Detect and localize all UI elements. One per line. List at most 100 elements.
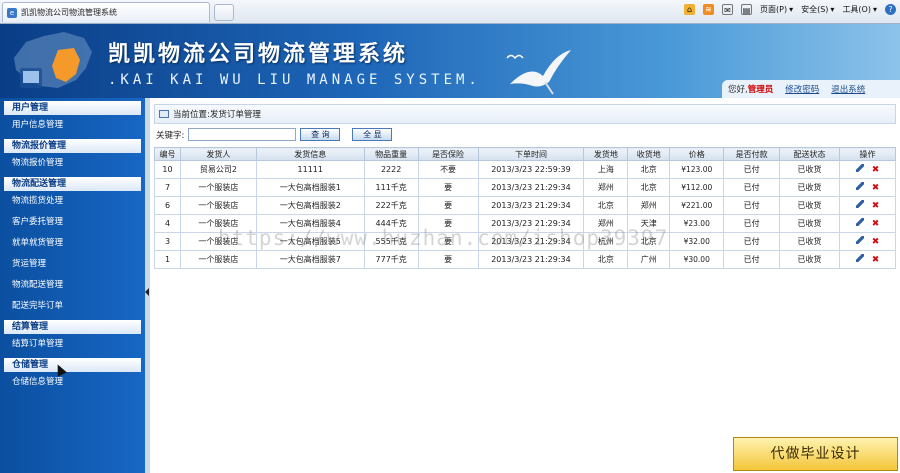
cell-actions: ✖ — [839, 232, 896, 251]
sidebar-item-delivery[interactable]: 物流配送管理 — [0, 275, 145, 296]
cell-to: 广州 — [627, 250, 671, 269]
col-status: 配送状态 — [779, 147, 840, 161]
main-content: 当前位置:发货订单管理 关键字: 查 询 全 显 编号 发货人 发货信息 物品重… — [150, 98, 900, 473]
cell-id: 3 — [154, 232, 181, 251]
cell-time: 2013/3/23 22:59:39 — [477, 160, 585, 179]
cell-sender: 一个服装店 — [179, 250, 257, 269]
edit-icon[interactable] — [855, 236, 864, 244]
edit-icon[interactable] — [855, 164, 864, 172]
breadcrumb-text: 当前位置:发货订单管理 — [173, 110, 261, 120]
cell-time: 2013/3/23 21:29:34 — [477, 196, 585, 215]
cell-actions: ✖ — [839, 178, 896, 197]
greeting: 您好,管理员 — [728, 85, 774, 95]
cell-insured: 要 — [417, 196, 479, 215]
col-time: 下单时间 — [477, 147, 585, 161]
cell-to: 北京 — [627, 160, 671, 179]
delete-icon[interactable]: ✖ — [872, 255, 880, 265]
sidebar-section-warehouse[interactable]: 仓储管理 — [4, 358, 141, 372]
delete-icon[interactable]: ✖ — [872, 219, 880, 229]
cell-price: ¥123.00 — [669, 160, 725, 179]
print-icon[interactable]: ▤ — [741, 4, 752, 15]
browser-toolbar: e 凯凯物流公司物流管理系统 ⌂ ≋ ✉ ▤ 页面(P) ▾ 安全(S) ▾ 工具(… — [0, 0, 900, 24]
sidebar-item-user-info[interactable]: 用户信息管理 — [0, 115, 145, 136]
home-icon[interactable]: ⌂ — [684, 4, 695, 15]
delete-icon[interactable]: ✖ — [872, 183, 880, 193]
sidebar-item-quote[interactable]: 物流报价管理 — [0, 153, 145, 174]
delete-icon[interactable]: ✖ — [872, 237, 880, 247]
cell-price: ¥221.00 — [669, 196, 725, 215]
china-map-icon — [14, 32, 92, 88]
sidebar-item-warehouse-info[interactable]: 仓储信息管理 — [0, 372, 145, 393]
help-icon[interactable]: ? — [885, 4, 896, 15]
edit-icon[interactable] — [855, 218, 864, 226]
cell-weight: 777千克 — [363, 250, 419, 269]
delete-icon[interactable]: ✖ — [872, 201, 880, 211]
delete-icon[interactable]: ✖ — [872, 165, 880, 175]
col-weight: 物品重量 — [363, 147, 419, 161]
cell-from: 上海 — [583, 160, 629, 179]
cell-status: 已收货 — [779, 178, 840, 197]
seagull-small-icon — [506, 54, 524, 60]
sidebar-item-settlement-orders[interactable]: 结算订单管理 — [0, 334, 145, 355]
cell-weight: 111千克 — [363, 178, 419, 197]
user-role: 管理员 — [747, 85, 774, 95]
cell-price: ¥30.00 — [669, 250, 725, 269]
query-button[interactable]: 查 询 — [300, 128, 341, 141]
search-label: 关键字: — [156, 130, 185, 141]
sidebar-section-delivery[interactable]: 物流配送管理 — [4, 177, 141, 191]
system-title: 凯凯物流公司物流管理系统 — [108, 42, 409, 67]
cell-paid: 已付 — [723, 178, 781, 197]
cell-price: ¥112.00 — [669, 178, 725, 197]
show-all-button[interactable]: 全 显 — [352, 128, 393, 141]
window-icon — [159, 110, 169, 118]
cell-to: 郑州 — [627, 196, 671, 215]
collapse-arrow-icon — [145, 288, 149, 296]
col-id: 编号 — [154, 147, 181, 161]
search-row: 关键字: 查 询 全 显 — [156, 128, 393, 141]
cell-sender: 一个服装店 — [179, 196, 257, 215]
logout-link[interactable]: 退出系统 — [831, 83, 865, 95]
feeds-icon[interactable]: ≋ — [703, 4, 714, 15]
cell-status: 已收货 — [779, 232, 840, 251]
edit-icon[interactable] — [855, 182, 864, 190]
sidebar-item-pickup[interactable]: 物流揽货处理 — [0, 191, 145, 212]
table-row: 1 一个服装店 一大包高档服装7 777千克 要 2013/3/23 21:29… — [154, 250, 896, 269]
col-to: 收货地 — [627, 147, 671, 161]
tools-menu[interactable]: 工具(O) ▾ — [842, 4, 877, 15]
page-menu[interactable]: 页面(P) ▾ — [760, 4, 793, 15]
browser-tab[interactable]: e 凯凯物流公司物流管理系统 — [2, 2, 210, 22]
sidebar-section-settlement[interactable]: 结算管理 — [4, 320, 141, 334]
sidebar-item-client-orders[interactable]: 客户委托管理 — [0, 212, 145, 233]
sidebar-item-completed[interactable]: 配送完毕订单 — [0, 296, 145, 317]
orders-table: 编号 发货人 发货信息 物品重量 是否保险 下单时间 发货地 收货地 价格 是否… — [154, 147, 896, 269]
ie-favicon-icon: e — [7, 7, 17, 18]
sidebar-item-freight[interactable]: 货运管理 — [0, 254, 145, 275]
ad-badge[interactable]: 代做毕业设计 — [733, 437, 898, 471]
cell-id: 6 — [154, 196, 181, 215]
cell-id: 10 — [154, 160, 181, 179]
new-tab-button[interactable] — [214, 4, 234, 21]
cell-weight: 2222 — [363, 160, 419, 179]
table-row: 6 一个服装店 一大包高档服装2 222千克 要 2013/3/23 21:29… — [154, 196, 896, 215]
sidebar-item-local-cargo[interactable]: 就单就货管理 — [0, 233, 145, 254]
cell-status: 已收货 — [779, 214, 840, 233]
change-password-link[interactable]: 修改密码 — [785, 83, 819, 95]
mail-icon[interactable]: ✉ — [722, 4, 733, 15]
cell-id: 4 — [154, 214, 181, 233]
edit-icon[interactable] — [855, 254, 864, 262]
table-row: 7 一个服装店 一大包高档服装1 111千克 要 2013/3/23 21:29… — [154, 178, 896, 197]
col-price: 价格 — [669, 147, 725, 161]
keyword-input[interactable] — [188, 128, 297, 141]
cell-status: 已收货 — [779, 250, 840, 269]
sidebar-section-quote[interactable]: 物流报价管理 — [4, 139, 141, 153]
cell-insured: 要 — [417, 178, 479, 197]
col-from: 发货地 — [583, 147, 629, 161]
safety-menu[interactable]: 安全(S) ▾ — [801, 4, 834, 15]
cell-info: 一大包高档服装7 — [255, 250, 365, 269]
cell-from: 郑州 — [583, 178, 629, 197]
cell-weight: 222千克 — [363, 196, 419, 215]
edit-icon[interactable] — [855, 200, 864, 208]
watermark: https://www.huzhan.com/ishop39397 — [218, 226, 669, 250]
sidebar-section-user[interactable]: 用户管理 — [4, 101, 141, 115]
tab-title: 凯凯物流公司物流管理系统 — [21, 8, 117, 17]
